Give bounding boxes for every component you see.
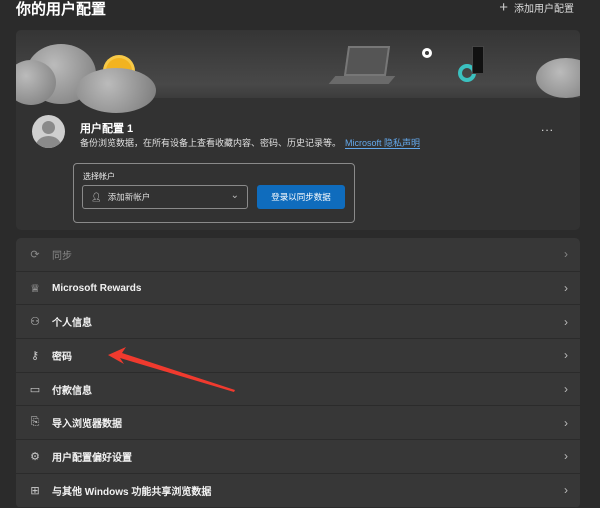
- person-card-icon: ⚇: [30, 316, 40, 329]
- profile-preferences-item[interactable]: ⚙ 用户配置偏好设置 ›: [16, 440, 580, 474]
- chevron-right-icon: ›: [564, 314, 568, 329]
- laptop-illustration: [343, 46, 391, 76]
- item-label: 与其他 Windows 功能共享浏览数据: [52, 486, 212, 498]
- item-label: 付款信息: [52, 385, 92, 397]
- sync-icon: ⟳: [30, 248, 40, 261]
- profile-card: 用户配置 1 备份浏览数据，在所有设备上查看收藏内容、密码、历史记录等。 Micr…: [16, 30, 580, 230]
- key-icon: ⚷: [30, 349, 40, 362]
- chevron-right-icon: ›: [564, 382, 568, 397]
- chevron-right-icon: ›: [564, 483, 568, 498]
- item-label: 密码: [52, 351, 72, 363]
- personal-info-item[interactable]: ⚇ 个人信息 ›: [16, 305, 580, 340]
- item-label: 导入浏览器数据: [52, 419, 122, 431]
- item-label: Microsoft Rewards: [52, 282, 142, 294]
- windows-icon: ⊞: [30, 484, 40, 497]
- more-options-button[interactable]: ...: [541, 120, 554, 134]
- import-data-item[interactable]: ⎘ 导入浏览器数据 ›: [16, 406, 580, 441]
- sync-item[interactable]: ⟳ 同步 ›: [16, 238, 580, 272]
- account-box: 选择帐户 👤︎ 添加新帐户 ⌄ 登录以同步数据: [73, 163, 355, 223]
- settings-list: ⟳ 同步 › ♕ Microsoft Rewards › ⚇ 个人信息 › ⚷ 密码 › ▭ 付款…: [16, 238, 580, 508]
- payment-info-item[interactable]: ▭ 付款信息 ›: [16, 372, 580, 407]
- profile-settings-icon: ⚙: [30, 450, 40, 463]
- person-icon: 👤︎: [91, 191, 102, 202]
- sign-in-sync-button[interactable]: 登录以同步数据: [257, 185, 345, 209]
- add-profile-label: 添加用户配置: [514, 4, 574, 15]
- windows-share-item[interactable]: ⊞ 与其他 Windows 功能共享浏览数据 ›: [16, 473, 580, 508]
- account-select-value: 添加新帐户: [107, 192, 151, 202]
- chevron-right-icon: ›: [564, 247, 568, 262]
- avatar[interactable]: [32, 115, 65, 148]
- profile-description: 备份浏览数据，在所有设备上查看收藏内容、密码、历史记录等。 Microsoft 隐…: [80, 136, 421, 149]
- profile-name: 用户配置 1: [80, 123, 134, 135]
- page-title: 你的用户配置: [16, 1, 107, 18]
- credit-card-icon: ▭: [29, 383, 41, 396]
- chevron-right-icon: ›: [564, 449, 568, 464]
- chevron-down-icon: ⌄: [230, 190, 239, 201]
- import-icon: ⎘: [30, 416, 40, 429]
- add-profile-button[interactable]: + 添加用户配置: [499, 0, 574, 15]
- description-text: 备份浏览数据，在所有设备上查看收藏内容、密码、历史记录等。: [80, 138, 342, 148]
- profile-banner-illustration: [16, 30, 580, 113]
- privacy-link[interactable]: Microsoft 隐私声明: [345, 138, 421, 149]
- item-label: 个人信息: [52, 318, 92, 330]
- item-label: 用户配置偏好设置: [52, 452, 132, 464]
- account-select[interactable]: 👤︎ 添加新帐户 ⌄: [82, 185, 248, 209]
- chevron-right-icon: ›: [564, 348, 568, 363]
- trophy-icon: ♕: [30, 282, 40, 295]
- chevron-right-icon: ›: [564, 281, 568, 296]
- passwords-item[interactable]: ⚷ 密码 ›: [16, 339, 580, 373]
- account-label: 选择帐户: [83, 172, 115, 181]
- rewards-item[interactable]: ♕ Microsoft Rewards ›: [16, 271, 580, 306]
- chevron-right-icon: ›: [564, 415, 568, 430]
- item-label: 同步: [52, 250, 72, 262]
- plus-icon: +: [499, 0, 508, 16]
